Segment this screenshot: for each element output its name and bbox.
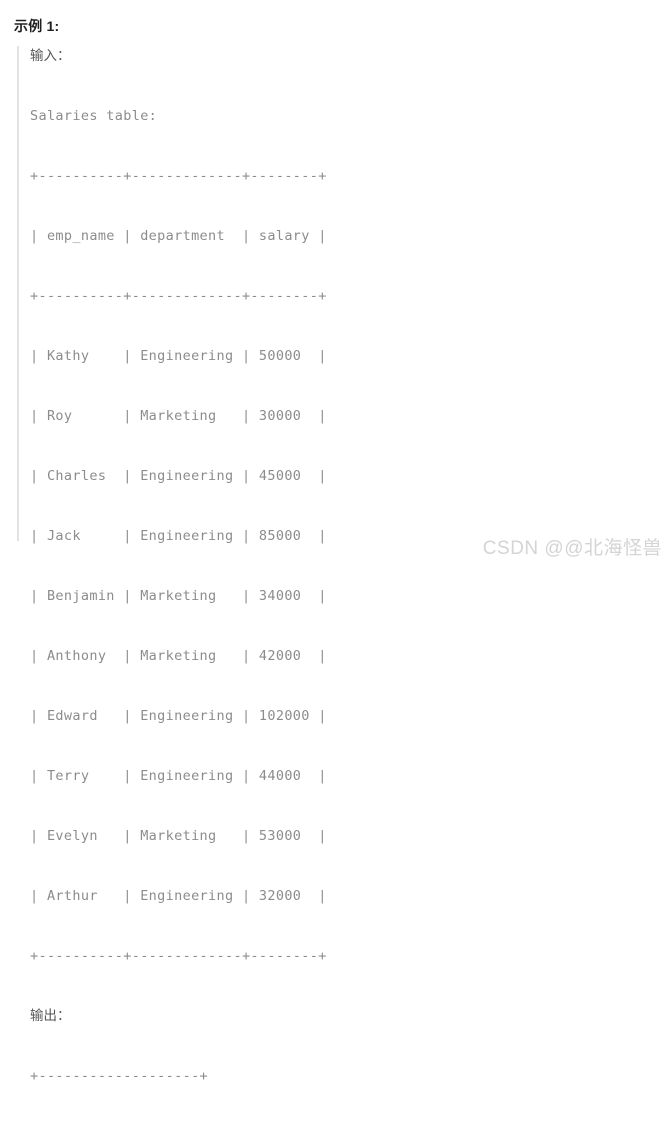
table-row: | Kathy | Engineering | 50000 |: [30, 348, 327, 364]
table-row: | Charles | Engineering | 45000 |: [30, 468, 327, 484]
table-row: | Edward | Engineering | 102000 |: [30, 708, 327, 724]
output-label: 输出：: [30, 1008, 71, 1023]
table-row: | Anthony | Marketing | 42000 |: [30, 648, 327, 664]
table-row: | Arthur | Engineering | 32000 |: [30, 888, 327, 904]
table-row: | Terry | Engineering | 44000 |: [30, 768, 327, 784]
input-table-border-bottom: +----------+-------------+--------+: [30, 948, 327, 964]
watermark: CSDN @@北海怪兽: [482, 538, 662, 559]
table-row: | Evelyn | Marketing | 53000 |: [30, 828, 327, 844]
example-blockquote: 输入： Salaries table: +----------+--------…: [17, 46, 657, 1084]
input-table-header-row: | emp_name | department | salary |: [30, 228, 327, 244]
input-label: 输入：: [30, 48, 71, 63]
output-table-border-top: +-------------------+: [30, 1068, 209, 1084]
page-root: 示例 1: 输入： Salaries table: +----------+--…: [0, 0, 670, 1084]
input-table-border-top: +----------+-------------+--------+: [30, 168, 327, 184]
input-table-border-header: +----------+-------------+--------+: [30, 288, 327, 304]
blockquote-content: 输入： Salaries table: +----------+--------…: [30, 46, 650, 1128]
input-caption: Salaries table:: [30, 108, 158, 124]
table-row: | Benjamin | Marketing | 34000 |: [30, 588, 327, 604]
output-code-block: +-------------------+ | salary_differenc…: [30, 1026, 650, 1128]
output-table-header-row: | salary_difference |: [30, 1126, 650, 1128]
page-title: 示例 1:: [14, 18, 60, 34]
table-row: | Roy | Marketing | 30000 |: [30, 408, 327, 424]
